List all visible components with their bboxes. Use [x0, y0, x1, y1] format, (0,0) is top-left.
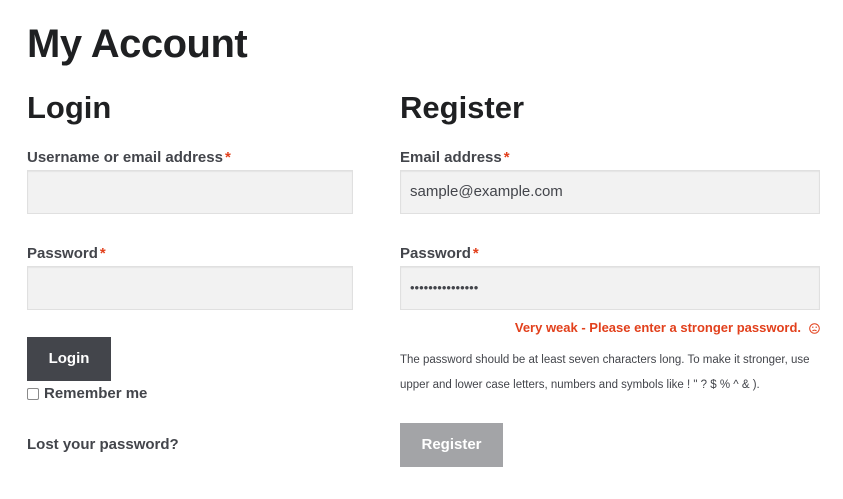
login-password-label: Password *	[27, 244, 106, 264]
page-title: My Account	[27, 22, 248, 66]
sad-face-icon	[809, 322, 820, 334]
password-hint: The password should be at least seven ch…	[400, 354, 810, 391]
password-strength-text: Very weak - Please enter a stronger pass…	[514, 320, 801, 335]
required-mark: *	[99, 245, 106, 262]
login-password-input[interactable]	[27, 266, 353, 310]
login-button[interactable]: Login	[27, 337, 111, 381]
remember-me-checkbox[interactable]	[27, 387, 39, 400]
username-input[interactable]	[27, 170, 353, 214]
remember-me[interactable]: Remember me	[27, 385, 147, 402]
register-email-input[interactable]: sample@example.com	[400, 170, 820, 214]
required-mark: *	[472, 245, 479, 262]
username-label: Username or email address *	[27, 148, 231, 168]
login-form: Login Username or email address * Passwor…	[27, 88, 353, 453]
required-mark: *	[224, 149, 231, 166]
login-password-label-text: Password	[27, 245, 98, 262]
register-password-label: Password *	[400, 244, 479, 264]
register-form: Register Email address * sample@example.c…	[400, 88, 820, 467]
register-email-label: Email address *	[400, 148, 510, 168]
register-heading: Register	[400, 90, 525, 125]
register-password-input[interactable]: •••••••••••••••	[400, 266, 820, 310]
required-mark: *	[503, 149, 510, 166]
register-password-label-text: Password	[400, 245, 471, 262]
password-strength-meter: Very weak - Please enter a stronger pass…	[515, 320, 820, 335]
register-button[interactable]: Register	[400, 423, 503, 467]
lost-password-link[interactable]: Lost your password?	[27, 436, 179, 453]
username-label-text: Username or email address	[27, 149, 223, 166]
remember-me-label[interactable]: Remember me	[44, 385, 147, 402]
register-email-label-text: Email address	[400, 149, 502, 166]
login-heading: Login	[27, 90, 112, 125]
